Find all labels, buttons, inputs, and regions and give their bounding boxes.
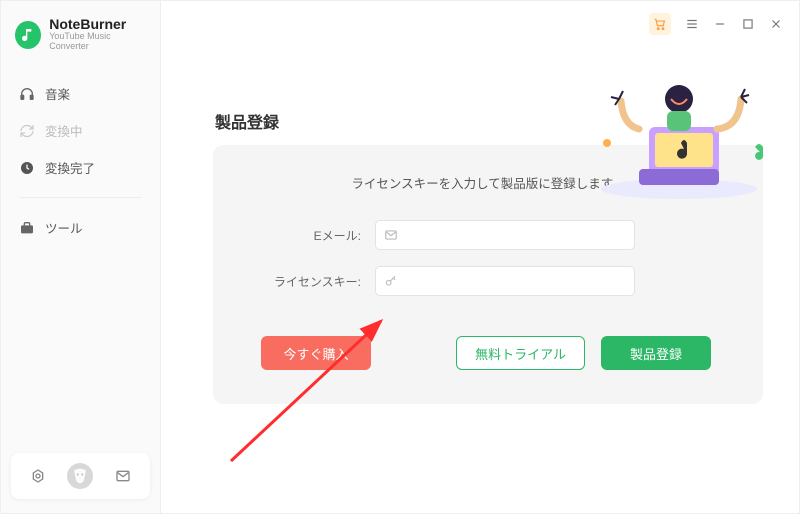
license-label: ライセンスキー:: [261, 273, 361, 290]
main: 製品登録 ライセンスキーを入力して製品版に登録します。 Eメール: ライセンスキ…: [161, 1, 799, 513]
avatar[interactable]: [67, 463, 93, 489]
brand-subtitle: YouTube Music Converter: [49, 32, 146, 52]
settings-icon[interactable]: [30, 468, 46, 484]
nav-label: ツール: [45, 218, 83, 237]
maximize-icon[interactable]: [741, 17, 755, 31]
brand-logo: [15, 21, 41, 49]
nav-item-music[interactable]: 音楽: [1, 76, 160, 111]
license-input-wrap[interactable]: [375, 266, 635, 296]
register-card: ライセンスキーを入力して製品版に登録します。 Eメール: ライセンスキー: 今す…: [213, 145, 763, 404]
email-label: Eメール:: [261, 227, 361, 244]
headphones-icon: [19, 86, 35, 102]
license-input[interactable]: [404, 274, 626, 288]
minimize-icon[interactable]: [713, 17, 727, 31]
close-icon[interactable]: [769, 17, 783, 31]
sidebar: NoteBurner YouTube Music Converter 音楽 変換…: [1, 1, 161, 513]
nav-item-converting: 変換中: [1, 113, 160, 148]
refresh-icon: [19, 123, 35, 139]
brand: NoteBurner YouTube Music Converter: [1, 1, 160, 58]
nav-item-tools[interactable]: ツール: [1, 210, 160, 245]
nav-label: 音楽: [45, 84, 70, 103]
toolbox-icon: [19, 220, 35, 236]
clock-icon: [19, 160, 35, 176]
titlebar: [161, 1, 799, 39]
buy-button[interactable]: 今すぐ購入: [261, 336, 371, 370]
menu-icon[interactable]: [685, 17, 699, 31]
nav: 音楽 変換中 変換完了 ツール: [1, 76, 160, 245]
mail-icon[interactable]: [115, 468, 131, 484]
mail-outline-icon: [384, 228, 398, 242]
content: 製品登録 ライセンスキーを入力して製品版に登録します。 Eメール: ライセンスキ…: [161, 39, 799, 428]
brand-name: NoteBurner: [49, 17, 146, 32]
email-input-wrap[interactable]: [375, 220, 635, 250]
email-input[interactable]: [404, 228, 626, 242]
key-icon: [384, 274, 398, 288]
nav-label: 変換完了: [45, 158, 95, 177]
nav-label: 変換中: [45, 121, 83, 140]
page-title: 製品登録: [215, 109, 763, 133]
trial-button[interactable]: 無料トライアル: [456, 336, 585, 370]
nav-separator: [19, 197, 142, 198]
actions: 今すぐ購入 無料トライアル 製品登録: [261, 336, 715, 370]
nav-item-completed[interactable]: 変換完了: [1, 150, 160, 185]
license-row: ライセンスキー:: [261, 266, 715, 296]
sidebar-footer: [11, 453, 150, 499]
card-hint: ライセンスキーを入力して製品版に登録します。: [261, 173, 715, 192]
email-row: Eメール:: [261, 220, 715, 250]
register-button[interactable]: 製品登録: [601, 336, 711, 370]
cart-icon[interactable]: [649, 13, 671, 35]
